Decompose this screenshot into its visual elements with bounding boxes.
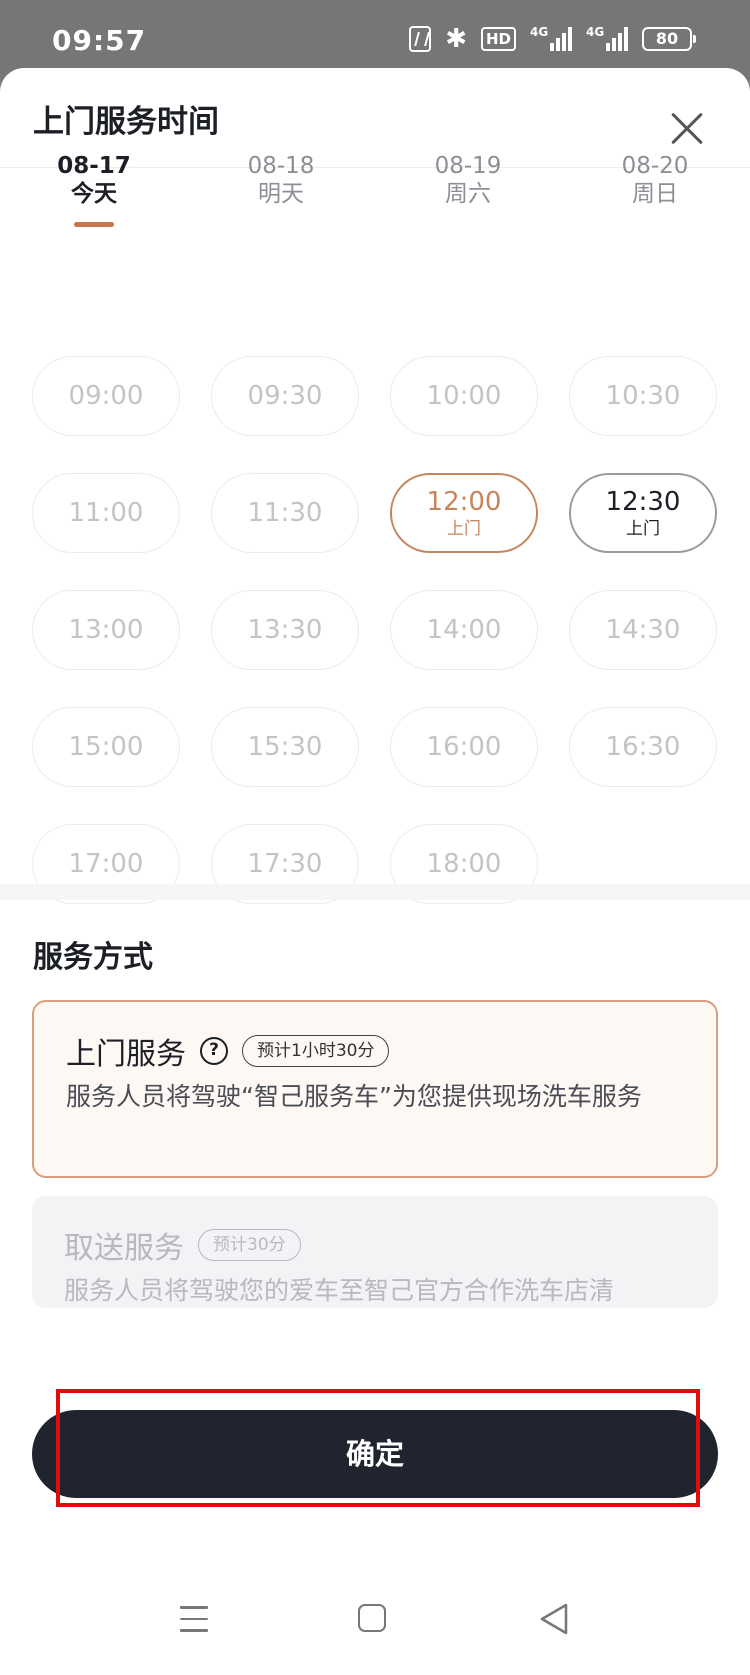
- time-slot-label: 17:00: [68, 849, 144, 879]
- signal-icon-2: 4G: [586, 25, 628, 51]
- time-slot-label: 17:30: [247, 849, 323, 879]
- date-tab-label: 周日: [632, 181, 678, 207]
- time-slot-sub: 上门: [447, 519, 481, 539]
- date-tabs: 08-17 今天 08-18 明天 08-19 周六 08-20 周日: [0, 152, 750, 242]
- network-type-1: 4G: [530, 25, 549, 39]
- status-time: 09:57: [52, 24, 147, 57]
- hd-label: HD: [485, 30, 511, 48]
- time-slot-1200[interactable]: 12:00 上门: [390, 473, 538, 553]
- time-slot-1530[interactable]: 15:30: [211, 707, 359, 787]
- service-option-desc: 服务人员将驾驶您的爱车至智己官方合作洗车店清: [64, 1276, 615, 1305]
- date-tab-0820[interactable]: 08-20 周日: [595, 152, 715, 208]
- time-slot-1300[interactable]: 13:00: [32, 590, 180, 670]
- time-slot-label: 13:30: [247, 615, 323, 645]
- active-tab-indicator: [74, 222, 114, 227]
- time-slot-1000[interactable]: 10:00: [390, 356, 538, 436]
- close-icon[interactable]: [662, 104, 712, 154]
- time-slot-1330[interactable]: 13:30: [211, 590, 359, 670]
- time-slot-0900[interactable]: 09:00: [32, 356, 180, 436]
- status-icons: ✱ HD 4G 4G 80: [409, 24, 696, 54]
- time-slot-label: 12:00: [426, 487, 502, 517]
- time-slot-sub: 上门: [626, 519, 660, 539]
- date-tab-0817[interactable]: 08-17 今天: [34, 152, 154, 227]
- time-slot-label: 15:00: [68, 732, 144, 762]
- time-slot-1400[interactable]: 14:00: [390, 590, 538, 670]
- date-tab-label: 今天: [71, 181, 117, 207]
- section-divider: [0, 884, 750, 900]
- time-slot-label: 09:00: [68, 381, 144, 411]
- date-tab-date: 08-20: [621, 153, 689, 179]
- time-slot-label: 14:30: [605, 615, 681, 645]
- confirm-button[interactable]: 确定: [32, 1410, 718, 1498]
- time-slot-1600[interactable]: 16:00: [390, 707, 538, 787]
- system-nav-bar: [0, 1590, 750, 1675]
- nfc-icon: [409, 26, 432, 52]
- service-option-name: 取送服务: [64, 1231, 184, 1266]
- battery-icon: 80: [642, 27, 696, 51]
- estimate-badge: 预计1小时30分: [242, 1035, 390, 1067]
- time-slot-label: 13:00: [68, 615, 144, 645]
- time-slot-label: 16:00: [426, 732, 502, 762]
- time-slot-0930[interactable]: 09:30: [211, 356, 359, 436]
- date-tab-date: 08-18: [247, 153, 315, 179]
- signal-icon-1: 4G: [530, 25, 572, 51]
- time-slot-label: 15:30: [247, 732, 323, 762]
- time-slot-label: 10:30: [605, 381, 681, 411]
- date-tab-0819[interactable]: 08-19 周六: [408, 152, 528, 208]
- date-tab-0818[interactable]: 08-18 明天: [221, 152, 341, 208]
- time-slot-1630[interactable]: 16:30: [569, 707, 717, 787]
- service-option-onsite[interactable]: 上门服务 ? 预计1小时30分 服务人员将驾驶“智己服务车”为您提供现场洗车服务: [32, 1000, 718, 1178]
- date-tab-date: 08-19: [434, 153, 502, 179]
- bluetooth-icon: ✱: [445, 24, 467, 54]
- estimate-badge: 预计30分: [198, 1229, 301, 1261]
- network-type-2: 4G: [586, 25, 605, 39]
- time-slot-label: 18:00: [426, 849, 502, 879]
- time-slot-label: 09:30: [247, 381, 323, 411]
- service-option-pickup[interactable]: 取送服务 预计30分 服务人员将驾驶您的爱车至智己官方合作洗车店清: [32, 1196, 718, 1308]
- menu-icon[interactable]: [180, 1606, 208, 1632]
- time-slot-label: 10:00: [426, 381, 502, 411]
- time-slot-1130[interactable]: 11:30: [211, 473, 359, 553]
- time-slot-1500[interactable]: 15:00: [32, 707, 180, 787]
- time-slot-label: 16:30: [605, 732, 681, 762]
- time-slot-1430[interactable]: 14:30: [569, 590, 717, 670]
- time-slot-label: 11:00: [68, 498, 144, 528]
- time-slot-label: 14:00: [426, 615, 502, 645]
- time-slot-1230[interactable]: 12:30 上门: [569, 473, 717, 553]
- hd-icon: HD: [480, 27, 516, 51]
- sheet-title: 上门服务时间: [33, 104, 219, 140]
- service-option-desc: 服务人员将驾驶“智己服务车”为您提供现场洗车服务: [66, 1082, 642, 1111]
- date-tab-label: 周六: [445, 181, 491, 207]
- time-slot-label: 12:30: [605, 487, 681, 517]
- home-icon[interactable]: [358, 1604, 386, 1632]
- date-tab-date: 08-17: [57, 153, 131, 179]
- service-option-name: 上门服务: [66, 1037, 186, 1072]
- service-method-title: 服务方式: [33, 940, 153, 975]
- question-icon[interactable]: ?: [200, 1037, 228, 1065]
- time-slot-1100[interactable]: 11:00: [32, 473, 180, 553]
- battery-level: 80: [655, 29, 679, 48]
- date-tab-label: 明天: [258, 181, 304, 207]
- time-slot-label: 11:30: [247, 498, 323, 528]
- time-slot-1030[interactable]: 10:30: [569, 356, 717, 436]
